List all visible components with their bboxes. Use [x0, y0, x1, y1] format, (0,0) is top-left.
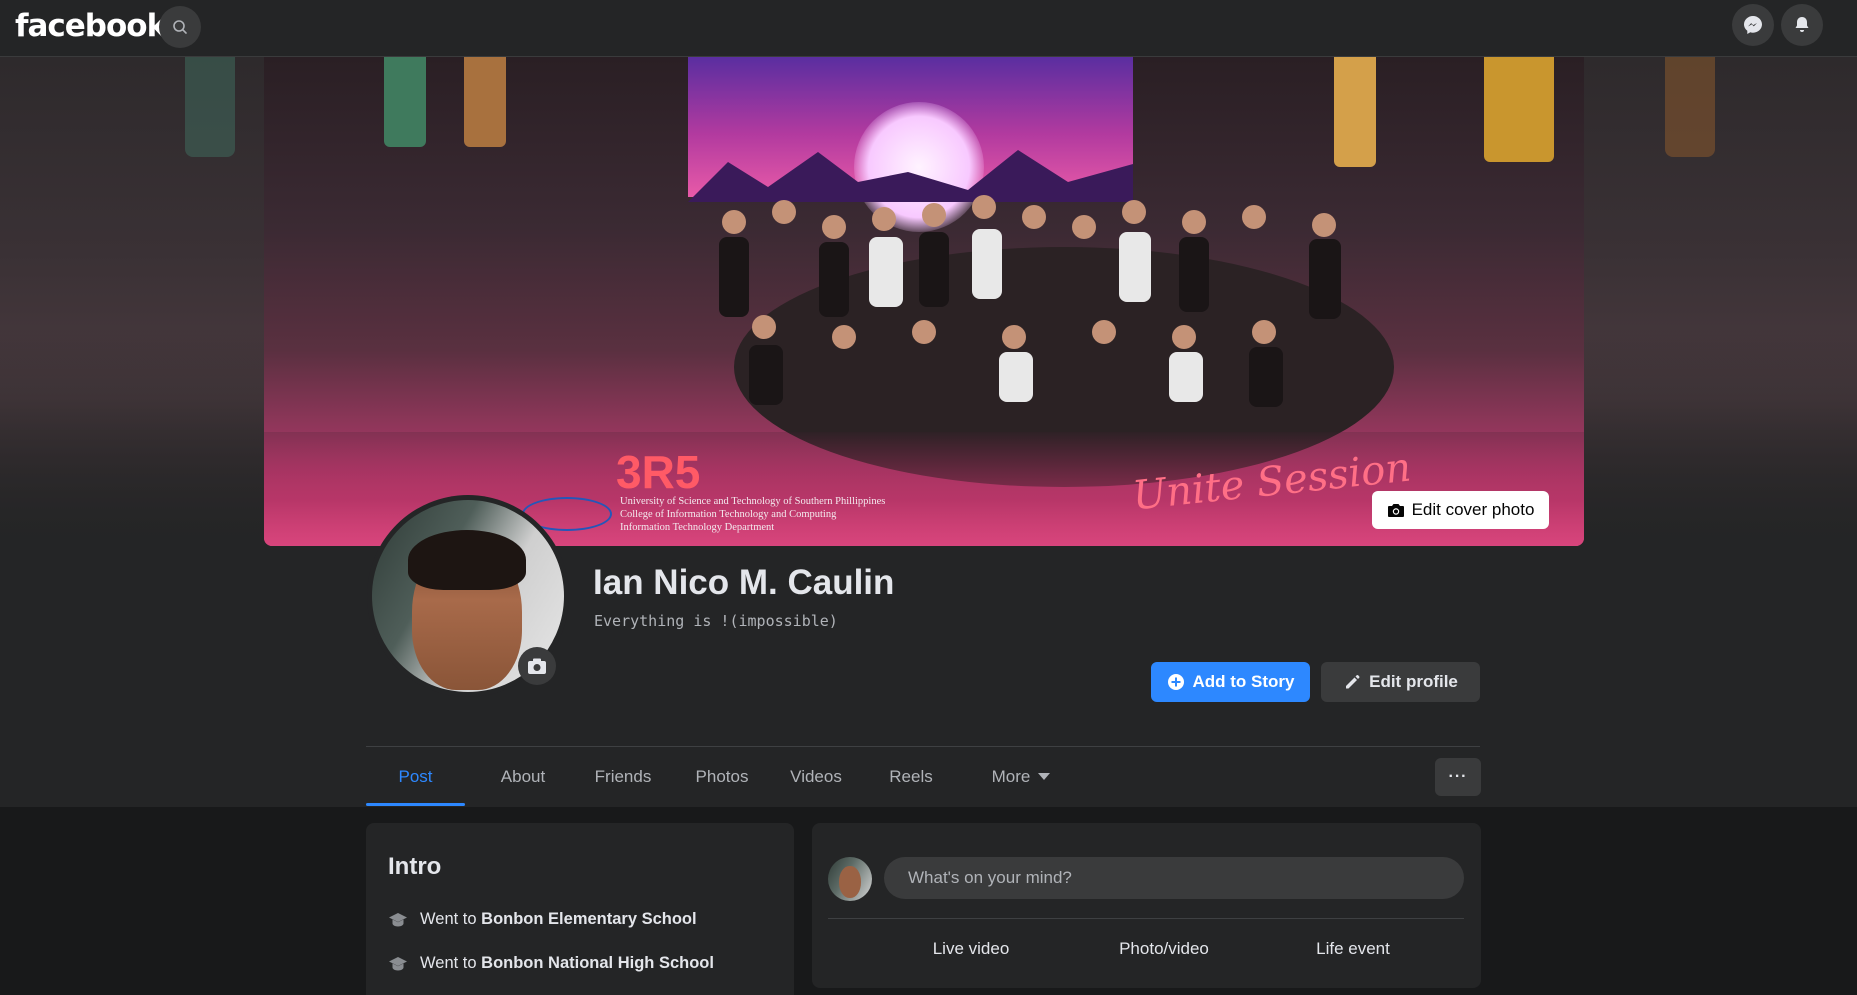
bell-icon: [1795, 17, 1809, 32]
live-video-button[interactable]: Live video: [871, 929, 1071, 969]
messenger-icon: [1744, 16, 1762, 34]
intro-prefix: Went to: [420, 910, 477, 928]
tab-more[interactable]: More: [966, 748, 1076, 806]
intro-prefix: Went to: [420, 954, 477, 972]
profile-options-button[interactable]: ···: [1435, 758, 1481, 796]
facebook-logo[interactable]: facebook: [15, 8, 167, 44]
intro-education-item: Went to Bonbon Elementary School: [388, 910, 697, 929]
tab-reels[interactable]: Reels: [866, 748, 956, 806]
camera-icon: [1387, 504, 1404, 517]
tab-about[interactable]: About: [476, 748, 570, 806]
hanging-banner: [1484, 57, 1554, 162]
intro-education-item: Went to Bonbon National High School: [388, 954, 714, 973]
tab-post[interactable]: Post: [366, 748, 465, 806]
messenger-button[interactable]: [1732, 4, 1774, 46]
institution-line: College of Information Technology and Co…: [620, 509, 837, 520]
institution-line: Information Technology Department: [620, 522, 775, 533]
intro-school-link[interactable]: Bonbon National High School: [481, 954, 714, 972]
header-divider: [366, 746, 1480, 747]
caret-down-icon: [1038, 773, 1051, 780]
post-composer: What's on your mind? Live video Photo/vi…: [812, 823, 1481, 988]
hanging-banner: [384, 57, 426, 147]
cover-tag: 3R5: [616, 446, 701, 498]
composer-divider: [828, 918, 1464, 919]
intro-title: Intro: [388, 853, 442, 880]
update-profile-picture-button[interactable]: [518, 647, 556, 685]
graduation-cap-icon: [389, 912, 407, 926]
tab-label: Friends: [594, 767, 652, 786]
avatar-hair: [408, 530, 526, 590]
whats-on-your-mind-input[interactable]: What's on your mind?: [884, 857, 1464, 899]
edit-profile-button[interactable]: Edit profile: [1321, 662, 1480, 702]
life-event-button[interactable]: Life event: [1253, 929, 1453, 969]
intro-card: Intro Went to Bonbon Elementary School W…: [366, 823, 794, 995]
edit-cover-photo-button[interactable]: Edit cover photo: [1372, 491, 1549, 529]
camera-icon: [528, 658, 546, 674]
blurred-banner: [1665, 57, 1715, 157]
blurred-banner: [185, 57, 235, 157]
profile-bio: Everything is !(impossible): [594, 612, 838, 630]
tab-label: Videos: [790, 767, 842, 786]
profile-tabs: Post About Friends Photos Videos Reels M…: [366, 748, 1480, 806]
tab-videos[interactable]: Videos: [770, 748, 862, 806]
hanging-banner: [1334, 57, 1376, 167]
tab-label: Photos: [695, 767, 749, 786]
add-to-story-label: Add to Story: [1192, 672, 1295, 691]
graduation-cap-icon: [389, 956, 407, 970]
tab-label: About: [500, 767, 546, 786]
profile-name: Ian Nico M. Caulin: [593, 563, 895, 602]
institution-line: University of Science and Technology of …: [620, 496, 886, 507]
edit-profile-label: Edit profile: [1369, 672, 1458, 691]
intro-school-link[interactable]: Bonbon Elementary School: [481, 910, 696, 928]
cover-photo[interactable]: 3R5 University of Science and Technology…: [264, 57, 1584, 546]
top-navigation-bar: facebook: [0, 0, 1857, 57]
tab-label: Post: [398, 767, 433, 786]
hanging-banner: [464, 57, 506, 147]
search-icon: [173, 20, 187, 34]
search-button[interactable]: [159, 6, 201, 48]
tab-label: More: [991, 767, 1031, 786]
pencil-icon: [1346, 675, 1360, 689]
tab-friends[interactable]: Friends: [573, 748, 673, 806]
plus-circle-icon: [1167, 674, 1184, 690]
notifications-button[interactable]: [1781, 4, 1823, 46]
photo-video-button[interactable]: Photo/video: [1064, 929, 1264, 969]
edit-cover-photo-label: Edit cover photo: [1411, 500, 1535, 519]
tab-label: Reels: [889, 767, 933, 786]
intro-item-text: Went to Bonbon Elementary School: [420, 910, 697, 929]
cover-institution: University of Science and Technology of …: [620, 495, 885, 534]
composer-avatar[interactable]: [828, 857, 872, 901]
tab-photos[interactable]: Photos: [676, 748, 768, 806]
add-to-story-button[interactable]: Add to Story: [1151, 662, 1310, 702]
intro-item-text: Went to Bonbon National High School: [420, 954, 714, 973]
